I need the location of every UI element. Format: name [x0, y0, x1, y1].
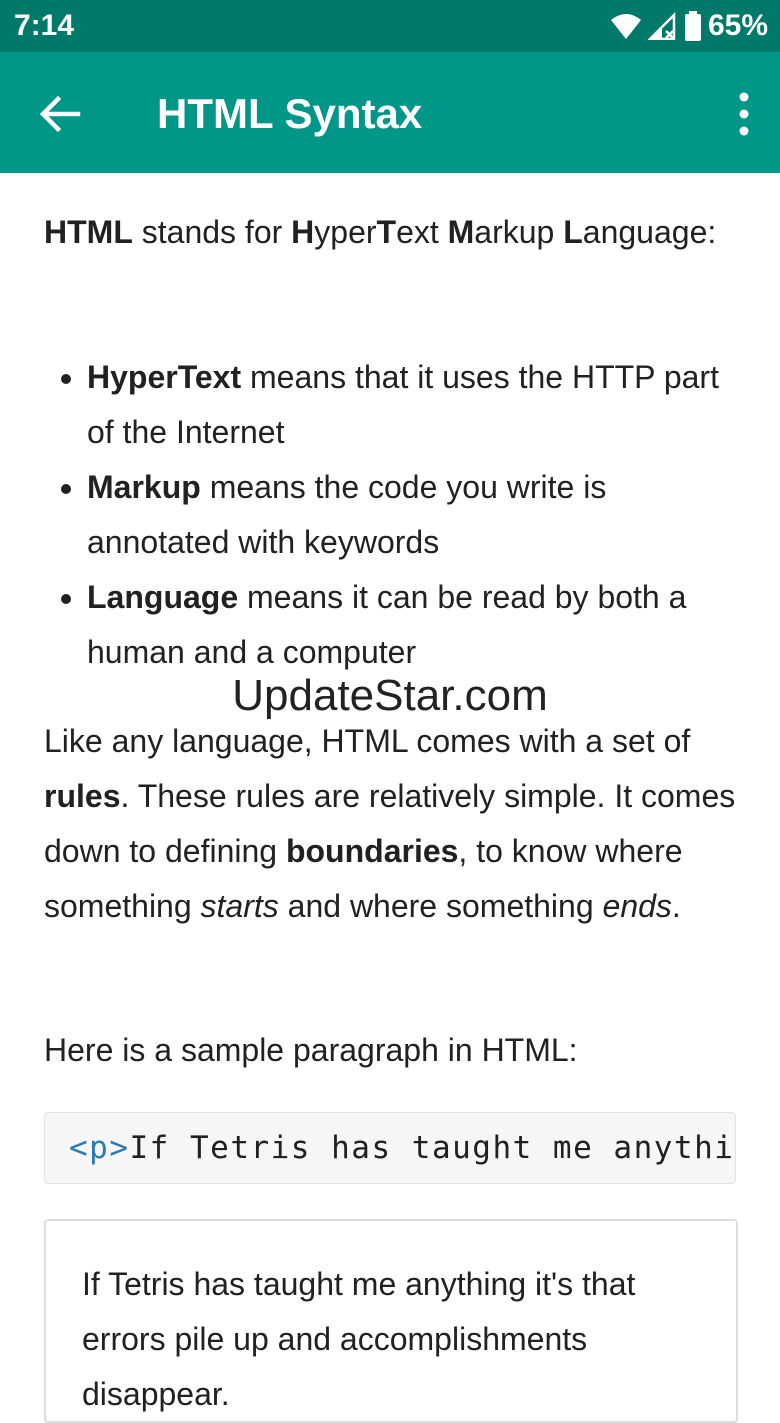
signal-icon [647, 12, 676, 40]
status-bar: 7:14 65% [0, 0, 780, 52]
list-item: Language means it can be read by both a … [87, 570, 740, 680]
list-item: HyperText means that it uses the HTTP pa… [87, 350, 740, 460]
list-item: Markup means the code you write is annot… [87, 460, 740, 570]
rendered-output-box: If Tetris has taught me anything it's th… [44, 1219, 738, 1423]
wifi-icon [610, 14, 641, 39]
code-text: If Tetris has taught me anythin [129, 1130, 736, 1166]
rendered-paragraph: If Tetris has taught me anything it's th… [82, 1266, 636, 1412]
battery-percent: 65% [707, 9, 768, 42]
battery-icon [684, 11, 701, 41]
status-time: 7:14 [14, 9, 75, 42]
intro-paragraph: HTML stands for HyperText Markup Languag… [44, 214, 717, 250]
sample-intro: Here is a sample paragraph in HTML: [44, 1032, 578, 1068]
status-icons: 65% [610, 9, 768, 43]
back-arrow-icon[interactable] [34, 88, 86, 140]
rules-paragraph: Like any language, HTML comes with a set… [44, 723, 736, 924]
more-vert-icon[interactable] [736, 92, 752, 136]
app-bar: HTML Syntax [0, 52, 780, 173]
code-block[interactable]: <p>If Tetris has taught me anythin [44, 1112, 736, 1184]
code-tag: <p> [69, 1130, 130, 1166]
code-line: <p>If Tetris has taught me anythin [69, 1130, 736, 1166]
page-title: HTML Syntax [157, 90, 423, 137]
definition-list: HyperText means that it uses the HTTP pa… [44, 350, 740, 680]
